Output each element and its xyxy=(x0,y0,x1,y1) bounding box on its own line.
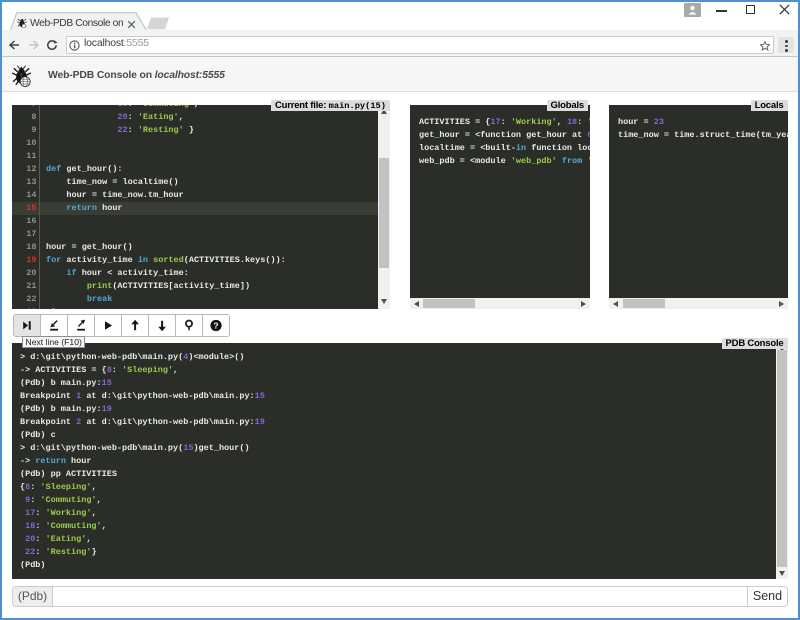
svg-text:?: ? xyxy=(213,320,218,330)
